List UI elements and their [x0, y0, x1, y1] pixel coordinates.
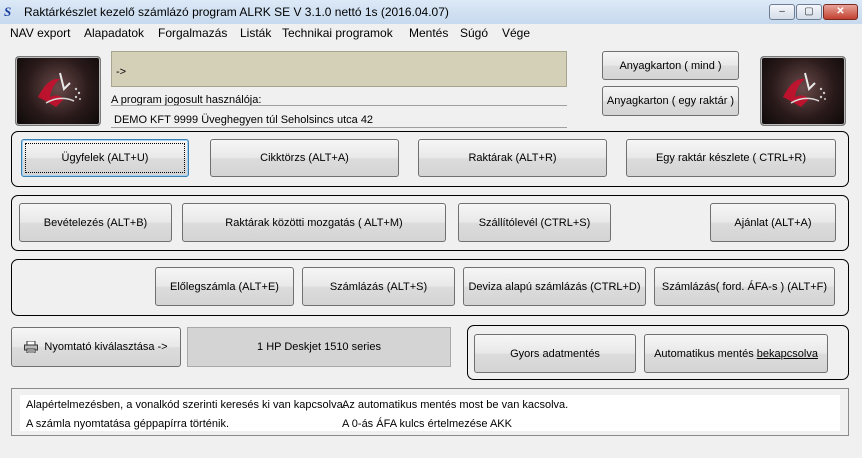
licensed-user-value: DEMO KFT 9999 Üveghegyen túl Seholsincs … — [114, 114, 374, 126]
info-print-paper: A számla nyomtatása géppapírra történik. — [26, 418, 229, 430]
divider — [111, 105, 567, 106]
menu-nav-export[interactable]: NAV export — [10, 26, 70, 40]
minimize-button[interactable]: – — [769, 4, 795, 20]
title-bar: S Raktárkészlet kezelő számlázó program … — [0, 0, 862, 25]
menu-sugo[interactable]: Súgó — [460, 26, 488, 40]
quick-backup-button[interactable]: Gyors adatmentés — [474, 334, 636, 373]
ajanlat-button[interactable]: Ajánlat (ALT+A) — [710, 203, 836, 242]
printer-select-label: Nyomtató kiválasztása -> — [44, 341, 168, 353]
divider — [111, 127, 567, 128]
info-auto-backup: Az automatikus mentés most be van kacsol… — [342, 399, 569, 411]
anyagkarton-all-button[interactable]: Anyagkarton ( mind ) — [602, 51, 739, 80]
menu-listak[interactable]: Listák — [240, 26, 271, 40]
anyagkarton-one-button[interactable]: Anyagkarton ( egy raktár ) — [602, 86, 739, 116]
selected-printer-field: 1 HP Deskjet 1510 series — [187, 327, 451, 367]
menu-technikai-programok[interactable]: Technikai programok — [282, 26, 393, 40]
bevetelezes-button[interactable]: Bevételezés (ALT+B) — [19, 203, 172, 242]
focus-ring — [25, 143, 185, 173]
raktarak-button[interactable]: Raktárak (ALT+R) — [418, 139, 607, 177]
szamlazas-button[interactable]: Számlázás (ALT+S) — [302, 267, 455, 306]
info-panel: Alapértelmezésben, a vonalkód szerinti k… — [11, 388, 849, 436]
egy-raktar-keszlete-button[interactable]: Egy raktár készlete ( CTRL+R) — [626, 139, 836, 177]
close-button[interactable]: ✕ — [823, 4, 858, 20]
maximize-button[interactable]: ▢ — [796, 4, 822, 20]
deviza-szamlazas-button[interactable]: Deviza alapú számlázás (CTRL+D) — [463, 267, 646, 306]
szallitolevel-button[interactable]: Szállítólevél (CTRL+S) — [458, 203, 611, 242]
menu-forgalmazas[interactable]: Forgalmazás — [158, 26, 227, 40]
eloleg-szamla-button[interactable]: Előlegszámla (ALT+E) — [155, 267, 294, 306]
printer-select-button[interactable]: Nyomtató kiválasztása -> — [11, 327, 181, 367]
printer-icon — [24, 340, 39, 354]
raktarak-kozotti-mozgatas-button[interactable]: Raktárak közötti mozgatás ( ALT+M) — [182, 203, 446, 242]
auto-backup-state: bekapcsolva — [756, 347, 818, 360]
menu-vege[interactable]: Vége — [502, 26, 530, 40]
info-zero-vat: A 0-ás ÁFA kulcs értelmezése AKK — [342, 418, 512, 430]
logo-right — [760, 56, 846, 126]
menu-bar: NAV export Alapadatok Forgalmazás Listák… — [0, 24, 862, 43]
auto-backup-toggle-button[interactable]: Automatikus mentés bekapcsolva — [644, 334, 828, 373]
cikktorzs-button[interactable]: Cikktörzs (ALT+A) — [210, 139, 399, 177]
info-panel-inner: Alapértelmezésben, a vonalkód szerinti k… — [20, 395, 840, 431]
logo-mark-icon — [783, 72, 826, 107]
menu-alapadatok[interactable]: Alapadatok — [84, 26, 144, 40]
app-icon: S — [4, 4, 12, 19]
status-box: -> — [111, 51, 567, 87]
info-barcode-search: Alapértelmezésben, a vonalkód szerinti k… — [26, 399, 346, 411]
ford-afa-szamlazas-button[interactable]: Számlázás( ford. ÁFA-s ) (ALT+F) — [654, 267, 835, 306]
logo-mark-icon — [38, 72, 81, 107]
ugyfelek-button[interactable]: Ügyfelek (ALT+U) — [21, 139, 189, 177]
logo-left — [15, 56, 101, 126]
auto-backup-label: Automatikus mentés — [654, 347, 757, 360]
menu-mentes[interactable]: Mentés — [409, 26, 448, 40]
window-title: Raktárkészlet kezelő számlázó program AL… — [24, 5, 449, 19]
status-text: -> — [116, 66, 127, 78]
